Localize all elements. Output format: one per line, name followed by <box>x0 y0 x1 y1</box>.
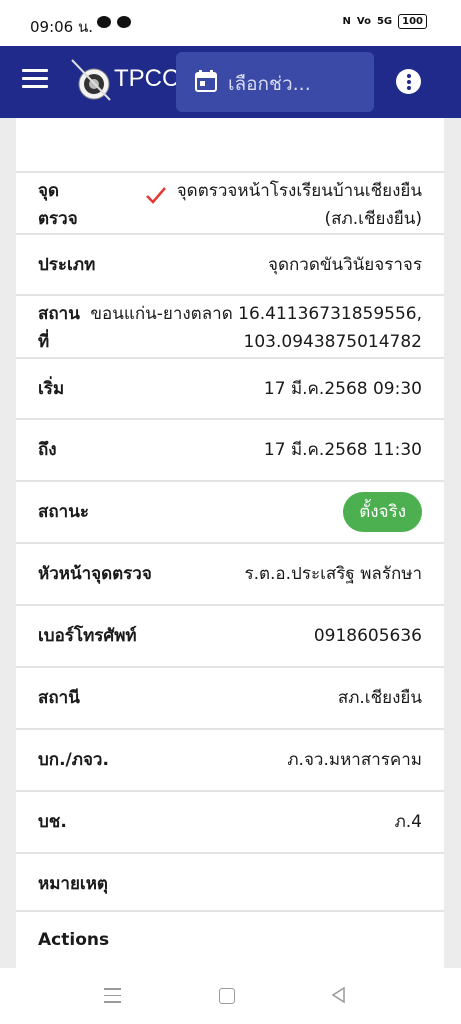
chat-icon <box>97 16 111 28</box>
detail-row-end: ถึง 17 มี.ค.2568 11:30 <box>16 420 444 482</box>
top-empty-row <box>16 118 444 173</box>
checkpoint-label: จุด ตรวจ <box>38 181 78 229</box>
detail-row-station: สถานี สภ.เชียงยืน <box>16 668 444 730</box>
location-value: ขอนแก่น-ยางตลาด 16.41136731859556, 103.0… <box>90 304 422 352</box>
detail-panel: จุด ตรวจ จุดตรวจหน้าโรงเรียนบ้านเชียงยืน… <box>0 118 461 968</box>
remark-label: หมายเหตุ <box>38 874 108 894</box>
start-value: 17 มี.ค.2568 09:30 <box>263 379 422 399</box>
home-icon[interactable] <box>219 988 235 1004</box>
detail-row-chief: หัวหน้าจุดตรวจ ร.ต.อ.ประเสริฐ พลรักษา <box>16 544 444 606</box>
app-title: TPCC <box>114 65 180 92</box>
detail-row-location: สถาน ที่ ขอนแก่น-ยางตลาด 16.411367318595… <box>16 296 444 359</box>
detail-row-remark: หมายเหตุ <box>16 854 444 912</box>
check-icon <box>146 187 166 204</box>
start-label: เริ่ม <box>38 379 65 399</box>
end-value: 17 มี.ค.2568 11:30 <box>263 440 422 460</box>
detail-row-status: สถานะ ตั้งจริง <box>16 482 444 544</box>
detail-row-phone: เบอร์โทรศัพท์ 0918605636 <box>16 606 444 668</box>
nfc-icon: N <box>342 16 351 27</box>
status-label: สถานะ <box>38 502 89 522</box>
status-bar: 09:06 น. N Vo 5G 100 <box>0 0 461 46</box>
command-value: ภ.4 <box>394 812 422 832</box>
detail-row-command: บช. ภ.4 <box>16 792 444 854</box>
detail-row-start: เริ่ม 17 มี.ค.2568 09:30 <box>16 359 444 420</box>
date-range-picker[interactable]: เลือกช่ว... <box>176 52 374 112</box>
chief-label: หัวหน้าจุดตรวจ <box>38 564 152 584</box>
date-range-placeholder: เลือกช่ว... <box>228 73 311 95</box>
volte-icon: Vo <box>356 16 371 27</box>
detail-row-type: ประเภท จุดกวดขันวินัยจราจร <box>16 235 444 296</box>
notification-icons <box>97 16 131 28</box>
station-value: สภ.เชียงยืน <box>337 688 422 708</box>
app-bar: TPCC เลือกช่ว... <box>0 46 461 118</box>
checkpoint-value: จุดตรวจหน้าโรงเรียนบ้านเชียงยืน (สภ.เชีย… <box>176 181 422 229</box>
status-time: 09:06 น. <box>30 18 94 36</box>
type-value: จุดกวดขันวินัยจราจร <box>268 255 422 275</box>
location-label: สถาน ที่ <box>38 304 80 352</box>
phone-value: 0918605636 <box>313 626 422 646</box>
recent-apps-icon[interactable] <box>104 988 121 1008</box>
detail-row-actions: Actions <box>16 912 444 968</box>
actions-label: Actions <box>38 930 110 950</box>
menu-icon[interactable] <box>22 69 48 93</box>
back-icon[interactable] <box>330 986 348 1004</box>
chief-value: ร.ต.อ.ประเสริฐ พลรักษา <box>244 564 422 584</box>
signal-icon: 5G <box>376 16 393 27</box>
station-label: สถานี <box>38 688 80 708</box>
division-value: ภ.จว.มหาสารคาม <box>287 750 422 770</box>
command-label: บช. <box>38 812 67 832</box>
phone-label: เบอร์โทรศัพท์ <box>38 626 137 646</box>
type-label: ประเภท <box>38 255 96 275</box>
system-nav-bar <box>0 968 461 1024</box>
battery-icon: 100 <box>398 14 427 29</box>
detail-row-checkpoint: จุด ตรวจ จุดตรวจหน้าโรงเรียนบ้านเชียงยืน… <box>16 173 444 235</box>
division-label: บก./ภจว. <box>38 750 109 770</box>
status-badge: ตั้งจริง <box>343 492 422 532</box>
line-app-icon <box>117 16 131 28</box>
police-logo-icon <box>71 59 111 101</box>
more-options-icon[interactable] <box>396 69 421 94</box>
status-indicators: N Vo 5G 100 <box>343 14 427 29</box>
end-label: ถึง <box>38 440 57 460</box>
detail-row-division: บก./ภจว. ภ.จว.มหาสารคาม <box>16 730 444 792</box>
calendar-icon <box>195 70 217 92</box>
